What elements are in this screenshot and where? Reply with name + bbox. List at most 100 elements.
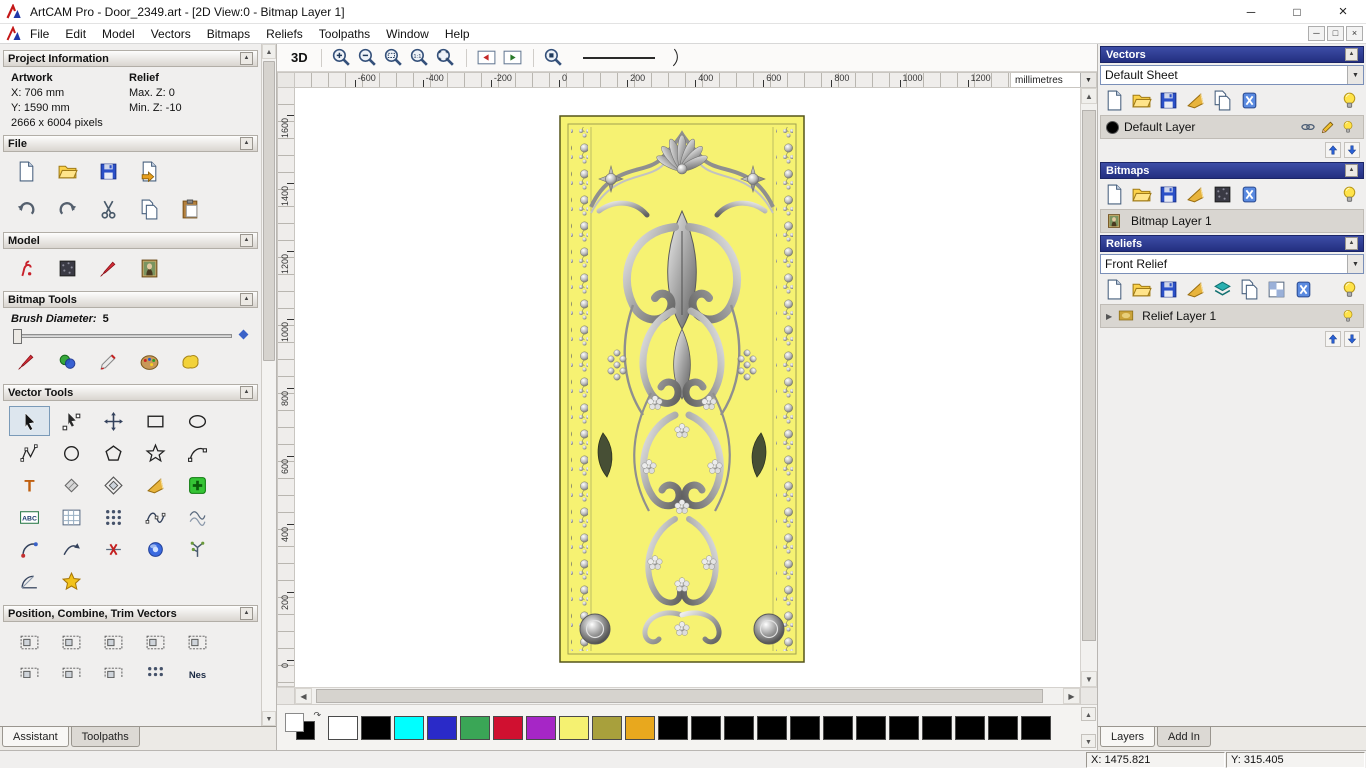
scroll-up-icon[interactable]: ▲ bbox=[262, 44, 276, 59]
open-bitmap-layer-icon[interactable] bbox=[1129, 182, 1154, 206]
assistant-scrollbar[interactable]: ▲ ▼ bbox=[261, 44, 276, 726]
minimize-button[interactable]: ─ bbox=[1228, 0, 1274, 23]
toggle-bitmaps-visibility-icon[interactable] bbox=[1337, 182, 1362, 206]
vector-layer-row[interactable]: Default Layer bbox=[1100, 115, 1364, 139]
open-model-icon[interactable] bbox=[54, 158, 80, 184]
collapse-bitmaps-button[interactable]: ▲ bbox=[1345, 164, 1358, 177]
merge-relief-layers-icon[interactable] bbox=[1183, 277, 1208, 301]
assistant-scroll-track[interactable] bbox=[262, 59, 276, 711]
move-relief-layer-up-icon[interactable] bbox=[1325, 331, 1341, 347]
open-relief-layer-icon[interactable] bbox=[1129, 277, 1154, 301]
sculpt-model-icon[interactable] bbox=[95, 255, 121, 281]
menu-help[interactable]: Help bbox=[437, 25, 478, 43]
paint-selective-icon[interactable] bbox=[54, 348, 80, 374]
merge-vector-layers-icon[interactable] bbox=[1183, 88, 1208, 112]
fillet-vectors-icon[interactable] bbox=[135, 470, 176, 500]
relief-layer-row[interactable]: ▶ Relief Layer 1 bbox=[1100, 304, 1364, 328]
save-model-icon[interactable] bbox=[95, 158, 121, 184]
create-freeform-curve-icon[interactable] bbox=[135, 502, 176, 532]
palette-swatch-6[interactable] bbox=[526, 715, 556, 740]
menu-toolpaths[interactable]: Toolpaths bbox=[311, 25, 378, 43]
export-model-icon[interactable] bbox=[136, 158, 162, 184]
draw-icon[interactable] bbox=[95, 348, 121, 374]
flood-fill-icon[interactable] bbox=[177, 348, 203, 374]
palette-swatch-10[interactable] bbox=[658, 715, 688, 740]
wrap-vectors-icon[interactable] bbox=[51, 566, 92, 596]
close-button[interactable]: × bbox=[1320, 0, 1366, 23]
greyscale-model-icon[interactable] bbox=[13, 255, 39, 281]
view-3d-button[interactable]: 3D bbox=[285, 48, 314, 67]
palette-swatch-4[interactable] bbox=[460, 715, 490, 740]
zoom-1to1-icon[interactable] bbox=[407, 45, 433, 71]
palette-swatch-0[interactable] bbox=[328, 715, 358, 740]
slider-thumb[interactable] bbox=[13, 329, 22, 344]
block-copy-icon[interactable] bbox=[93, 502, 134, 532]
new-vector-layer-icon[interactable] bbox=[1102, 88, 1127, 112]
invert-model-icon[interactable] bbox=[54, 255, 80, 281]
block-nest-icon[interactable] bbox=[135, 659, 176, 678]
swap-colors-icon[interactable]: ↷ bbox=[313, 710, 321, 721]
move-vector-layer-up-icon[interactable] bbox=[1325, 142, 1341, 158]
menu-vectors[interactable]: Vectors bbox=[143, 25, 199, 43]
node-editing-icon[interactable] bbox=[51, 406, 92, 436]
palette-swatch-2[interactable] bbox=[394, 715, 424, 740]
undo-icon[interactable] bbox=[13, 196, 39, 222]
new-relief-layer-icon[interactable] bbox=[1102, 277, 1127, 301]
scroll-up-icon[interactable]: ▲ bbox=[1081, 88, 1097, 104]
menu-bitmaps[interactable]: Bitmaps bbox=[199, 25, 258, 43]
load-bitmap-icon[interactable] bbox=[136, 255, 162, 281]
offset-vectors-icon[interactable] bbox=[93, 470, 134, 500]
zoom-out-icon[interactable] bbox=[355, 45, 381, 71]
collapse-position-button[interactable]: ▲ bbox=[240, 607, 253, 620]
scroll-up-icon[interactable]: ▲ bbox=[1081, 707, 1096, 721]
delete-relief-layer-icon[interactable] bbox=[1291, 277, 1316, 301]
menu-reliefs[interactable]: Reliefs bbox=[258, 25, 311, 43]
colour-palette-icon[interactable] bbox=[136, 348, 162, 374]
maximize-button[interactable]: □ bbox=[1274, 0, 1320, 23]
fit-curves-icon[interactable] bbox=[177, 502, 218, 532]
palette-swatch-14[interactable] bbox=[790, 715, 820, 740]
mdi-restore-button[interactable]: □ bbox=[1327, 26, 1344, 41]
text-block-icon[interactable] bbox=[9, 502, 50, 532]
collapse-project-info-button[interactable]: ▲ bbox=[240, 52, 253, 65]
menu-model[interactable]: Model bbox=[94, 25, 143, 43]
canvas-vscroll-thumb[interactable] bbox=[1082, 110, 1096, 641]
create-rectangle-icon[interactable] bbox=[135, 406, 176, 436]
tab-add-in[interactable]: Add In bbox=[1157, 727, 1211, 747]
vector-doctor-icon[interactable] bbox=[177, 534, 218, 564]
combine-vectors-icon[interactable] bbox=[9, 659, 50, 678]
cut-vectors-icon[interactable] bbox=[93, 534, 134, 564]
paint-icon[interactable] bbox=[13, 348, 39, 374]
paste-vectors-icon[interactable] bbox=[177, 470, 218, 500]
tab-toolpaths[interactable]: Toolpaths bbox=[70, 727, 140, 747]
layer-snap-icon[interactable] bbox=[1298, 117, 1318, 137]
palette-swatch-20[interactable] bbox=[988, 715, 1018, 740]
palette-swatch-11[interactable] bbox=[691, 715, 721, 740]
collapse-file-button[interactable]: ▲ bbox=[240, 137, 253, 150]
select-vectors-icon[interactable] bbox=[9, 406, 50, 436]
collapse-vector-tools-button[interactable]: ▲ bbox=[240, 386, 253, 399]
align-top-icon[interactable] bbox=[177, 627, 218, 657]
palette-swatch-21[interactable] bbox=[1021, 715, 1051, 740]
create-spin-shape-icon[interactable] bbox=[135, 534, 176, 564]
chevron-down-icon[interactable]: ▼ bbox=[1347, 255, 1363, 273]
close-vector-icon[interactable] bbox=[9, 534, 50, 564]
save-vector-layer-icon[interactable] bbox=[1156, 88, 1181, 112]
redo-icon[interactable] bbox=[54, 196, 80, 222]
drawing-canvas[interactable] bbox=[295, 88, 1080, 687]
collapse-vectors-button[interactable]: ▲ bbox=[1345, 48, 1358, 61]
create-ellipse-icon[interactable] bbox=[177, 406, 218, 436]
next-view-icon[interactable] bbox=[500, 45, 526, 71]
palette-swatch-12[interactable] bbox=[724, 715, 754, 740]
collapse-bitmap-tools-button[interactable]: ▲ bbox=[240, 293, 253, 306]
new-bitmap-layer-icon[interactable] bbox=[1102, 182, 1127, 206]
create-text-icon[interactable] bbox=[9, 470, 50, 500]
slice-vectors-icon[interactable] bbox=[9, 566, 50, 596]
mdi-close-button[interactable]: × bbox=[1346, 26, 1363, 41]
layer-color-chip[interactable] bbox=[1106, 120, 1119, 134]
scroll-down-icon[interactable]: ▼ bbox=[1081, 734, 1096, 748]
palette-swatch-17[interactable] bbox=[889, 715, 919, 740]
canvas-hscroll-track[interactable] bbox=[312, 688, 1063, 704]
save-bitmap-layer-icon[interactable] bbox=[1156, 182, 1181, 206]
move-relief-layer-down-icon[interactable] bbox=[1344, 331, 1360, 347]
